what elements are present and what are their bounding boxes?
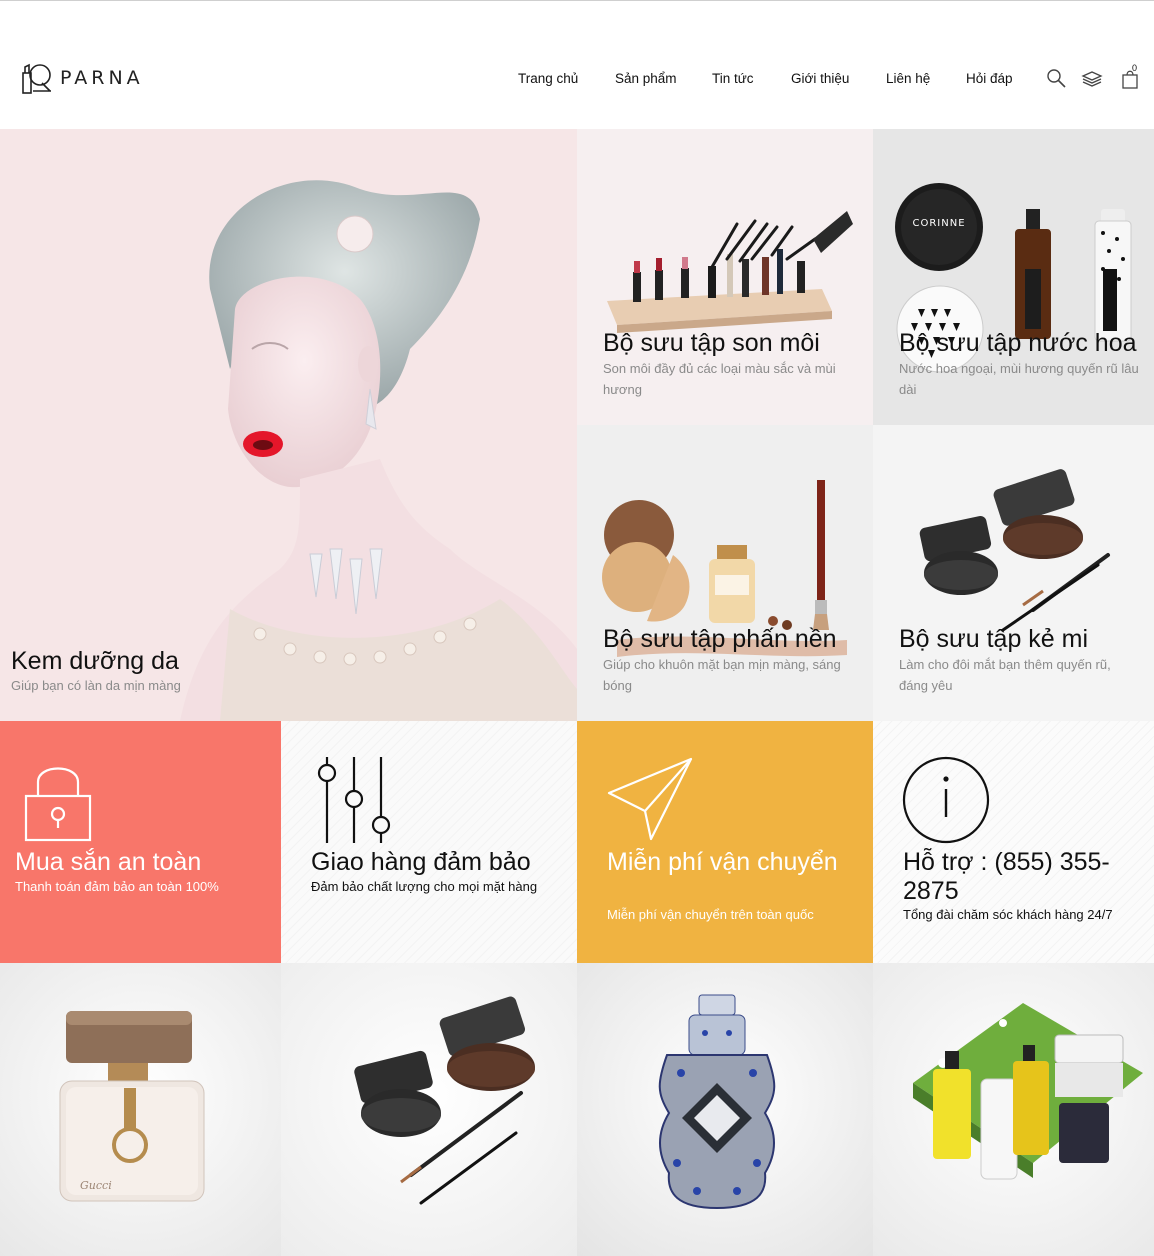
paper-plane-icon (607, 757, 693, 841)
hero-portrait-image (180, 180, 577, 721)
search-icon[interactable] (1046, 68, 1068, 90)
collection-tile-lipstick[interactable]: Bộ sưu tập son môi Son môi đầy đủ các lo… (577, 129, 873, 425)
feature-guaranteed-delivery: Giao hàng đảm bảo Đảm bảo chất lượng cho… (281, 721, 577, 963)
lock-icon (24, 767, 92, 842)
nav-item-home[interactable]: Trang chủ (518, 71, 578, 86)
nav-item-contact[interactable]: Liên hệ (886, 71, 930, 86)
collection-desc-foundation: Giúp cho khuôn mặt bạn mịn màng, sáng bó… (603, 657, 841, 693)
feature-title-delivery: Giao hàng đảm bảo (311, 848, 531, 876)
cart-icon[interactable] (1119, 68, 1141, 90)
feature-title-support: Hỗ trợ : (855) 355-2875 (903, 848, 1110, 905)
hero-desc: Giúp bạn có làn da mịn màng (11, 678, 181, 693)
brand-name: PARNA (60, 67, 144, 89)
svg-text:Gucci: Gucci (80, 1179, 112, 1192)
feature-desc-secure: Thanh toán đảm bảo an toàn 100% (15, 879, 219, 894)
sliders-icon (317, 757, 391, 843)
hero-tile-skincare[interactable]: Kem dưỡng da Giúp bạn có làn da mịn màng (0, 129, 577, 721)
svg-text:CORINNE: CORINNE (912, 218, 965, 229)
feature-title-shipping: Miễn phí vận chuyển (607, 848, 838, 876)
feature-support: Hỗ trợ : (855) 355-2875 Tổng đài chăm só… (873, 721, 1154, 963)
feature-secure-shopping: Mua sắn an toàn Thanh toán đảm bảo an to… (0, 721, 281, 963)
layers-icon[interactable] (1081, 68, 1103, 90)
feature-desc-delivery: Đảm bảo chất lượng cho mọi mặt hàng (311, 879, 538, 894)
product-tile-4[interactable] (873, 963, 1154, 1256)
collection-desc-perfume: Nước hoa ngoại, mùi hương quyến rũ lâu d… (899, 361, 1139, 397)
feature-title-secure: Mua sắn an toàn (15, 848, 202, 876)
collection-desc-lipstick: Son môi đầy đủ các loại màu sắc và mùi h… (603, 361, 836, 397)
product-tile-3[interactable] (577, 963, 873, 1256)
nav-item-news[interactable]: Tin tức (712, 71, 754, 86)
collection-tile-eyeliner[interactable]: Bộ sưu tập kẻ mi Làm cho đôi mắt bạn thê… (873, 425, 1154, 721)
hero-title: Kem dưỡng da (11, 647, 179, 675)
collection-title-lipstick: Bộ sưu tập son môi (603, 329, 820, 357)
nav-item-faq[interactable]: Hỏi đáp (966, 71, 1013, 86)
logo[interactable]: PARNA (20, 61, 144, 95)
perfume-bottle-icon: Gucci (59, 1011, 205, 1202)
collection-tile-foundation[interactable]: Bộ sưu tập phấn nền Giúp cho khuôn mặt b… (577, 425, 873, 721)
product-tile-2[interactable] (281, 963, 577, 1256)
feature-desc-shipping: Miễn phí vận chuyển trên toàn quốc (607, 907, 814, 922)
product-tile-1[interactable]: Gucci (0, 963, 281, 1256)
collection-title-perfume: Bộ sưu tập nước hoa (899, 329, 1137, 357)
cart-count-badge: 0 (1132, 63, 1138, 73)
nav-item-about[interactable]: Giới thiệu (791, 71, 849, 86)
info-icon (902, 756, 990, 844)
skincare-set-icon (913, 1003, 1143, 1180)
logo-mark-icon (22, 63, 51, 94)
collection-title-foundation: Bộ sưu tập phấn nền (603, 625, 837, 653)
site-header: PARNA Trang chủ Sản phẩm Tin tức Giới th… (0, 1, 1154, 129)
feature-free-shipping: Miễn phí vận chuyển Miễn phí vận chuyển … (577, 721, 873, 963)
eyeliner-gel-icon (354, 996, 535, 1205)
ornate-perfume-icon (658, 994, 776, 1210)
collection-title-eyeliner: Bộ sưu tập kẻ mi (899, 625, 1089, 653)
feature-desc-support: Tổng đài chăm sóc khách hàng 24/7 (903, 907, 1113, 922)
collection-desc-eyeliner: Làm cho đôi mắt bạn thêm quyến rũ, đáng … (899, 657, 1111, 693)
nav-item-products[interactable]: Sản phẩm (615, 71, 677, 86)
collection-tile-perfume[interactable]: CORINNE Bộ sưu tập nước hoa Nước hoa ngo… (873, 129, 1154, 425)
